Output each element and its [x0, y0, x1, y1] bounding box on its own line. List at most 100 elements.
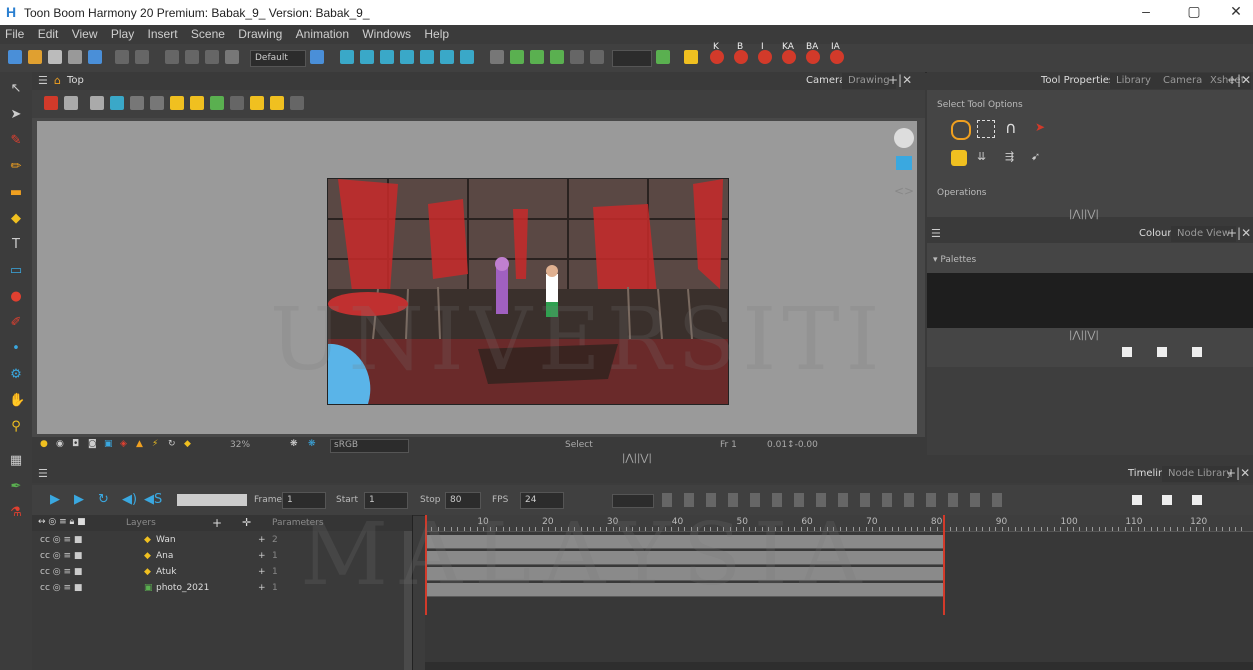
frame-row-photo[interactable]: [425, 583, 943, 597]
brush-tool-icon[interactable]: ✎: [9, 134, 23, 148]
play-selection-icon[interactable]: ▶: [74, 492, 84, 507]
render-settings-icon[interactable]: ❋: [290, 439, 298, 449]
add-view-right-icon[interactable]: +|✕: [1227, 73, 1251, 87]
colour-swatches-area[interactable]: [927, 367, 1253, 455]
kinematic-icon[interactable]: [510, 50, 524, 64]
ik-icon[interactable]: [530, 50, 544, 64]
redo-icon[interactable]: [135, 50, 149, 64]
light-table-icon[interactable]: [150, 96, 164, 110]
keyframe-mode-1[interactable]: [1132, 495, 1142, 505]
menu-insert[interactable]: Insert: [143, 25, 183, 41]
stop-field[interactable]: 80: [445, 492, 481, 509]
bone-tool-icon[interactable]: ⚲: [9, 420, 23, 434]
menu-icon[interactable]: ☰: [38, 74, 48, 87]
key-b-icon[interactable]: B: [734, 42, 748, 64]
frame-row-wan[interactable]: [425, 535, 943, 549]
contour-editor-icon[interactable]: ➤: [9, 108, 23, 122]
layer-name[interactable]: Atuk: [156, 567, 176, 577]
layer-name[interactable]: Wan: [156, 535, 176, 545]
add-layer-icon[interactable]: +: [212, 516, 222, 530]
colour-swatch-1[interactable]: [1122, 347, 1132, 357]
frame-ruler[interactable]: 10 20 30 40 50 60 70 80 90 100 110 120: [425, 515, 1253, 532]
key-i-icon[interactable]: I: [758, 42, 772, 64]
menu-file[interactable]: File: [0, 25, 29, 41]
extra-tool-icon[interactable]: [290, 96, 304, 110]
grid-icon[interactable]: [570, 50, 584, 64]
frames-scrollbar[interactable]: [425, 662, 1253, 670]
flatten-icon[interactable]: ➹: [1031, 150, 1040, 163]
rectangle-tool-icon[interactable]: ▭: [9, 264, 23, 278]
select-box-icon[interactable]: [550, 50, 564, 64]
minimize-button[interactable]: –: [1132, 3, 1160, 21]
save-all-icon[interactable]: [68, 50, 82, 64]
save-icon[interactable]: [48, 50, 62, 64]
grid-tool-icon[interactable]: ▦: [9, 454, 23, 468]
new-scene-icon[interactable]: [8, 50, 22, 64]
flip-icon[interactable]: [656, 50, 670, 64]
paste-icon[interactable]: [205, 50, 219, 64]
stroke-icon[interactable]: [230, 96, 244, 110]
stop-marker[interactable]: [943, 515, 945, 615]
menu-play[interactable]: Play: [106, 25, 139, 41]
tab-camera-right[interactable]: Camera: [1157, 73, 1209, 89]
layer-toggles-icon[interactable]: ↔ ◎ ≡ 🔒︎ ■: [38, 517, 86, 527]
colorspace-dropdown[interactable]: sRGB: [330, 439, 409, 453]
sound-icon[interactable]: ◀): [122, 492, 137, 507]
rotate-icon[interactable]: ◈: [120, 439, 127, 449]
animate-icon[interactable]: [440, 50, 454, 64]
timeline-tool-icons[interactable]: [662, 493, 1002, 507]
refresh-icon[interactable]: ↻: [168, 439, 176, 449]
pivot-icon[interactable]: [460, 50, 474, 64]
tab-library[interactable]: Library: [1110, 73, 1157, 89]
grid-alt-icon[interactable]: [590, 50, 604, 64]
palette-list[interactable]: [927, 273, 1253, 328]
key-ia-icon[interactable]: IA: [830, 42, 844, 64]
layer-toggle-icon[interactable]: cc ◎ ≡ ■: [40, 583, 82, 593]
grid-view-icon[interactable]: [90, 96, 104, 110]
layer-name[interactable]: Ana: [156, 551, 173, 561]
spline-tool-icon[interactable]: ⚗: [9, 506, 23, 520]
layer-add-icon[interactable]: +: [258, 535, 266, 545]
pencil-tool-icon[interactable]: ✏: [9, 160, 23, 174]
loop-icon[interactable]: ↻: [98, 492, 109, 507]
colour-collapse-icon[interactable]: |⋀||⋁|: [1069, 330, 1099, 341]
keyframe-mode-2[interactable]: [1162, 495, 1172, 505]
add-view-colour-icon[interactable]: +|✕: [1227, 226, 1251, 240]
play-icon[interactable]: ▶: [50, 492, 60, 507]
layer-row-ana[interactable]: cc ◎ ≡ ■ ◆ Ana + 1: [32, 551, 404, 565]
brush-size-icon[interactable]: [210, 96, 224, 110]
key-ba-icon[interactable]: BA: [806, 42, 820, 64]
sound-scrub-icon[interactable]: ◀S: [144, 492, 162, 507]
layers-stack-icon[interactable]: [896, 156, 912, 170]
safe-area-icon[interactable]: [110, 96, 124, 110]
marquee-icon[interactable]: [977, 120, 995, 138]
rotate-view-icon[interactable]: [360, 50, 374, 64]
pivot-tool-icon[interactable]: •: [9, 342, 23, 356]
keyframe-mode-3[interactable]: [1192, 495, 1202, 505]
pen-icon[interactable]: [270, 96, 284, 110]
lock-icon[interactable]: [170, 96, 184, 110]
field-chart-icon[interactable]: [130, 96, 144, 110]
magnet-icon[interactable]: ∩: [1005, 118, 1017, 137]
close-button[interactable]: ✕: [1222, 3, 1250, 21]
colour-swatch-2[interactable]: [1157, 347, 1167, 357]
cut-icon[interactable]: [165, 50, 179, 64]
frame-row-ana[interactable]: [425, 551, 943, 565]
layer-toggle-icon[interactable]: cc ◎ ≡ ■: [40, 567, 82, 577]
lightning-icon[interactable]: ⚡: [152, 439, 158, 449]
colour-swatch-3[interactable]: [1192, 347, 1202, 357]
onion-skin-icon[interactable]: [250, 96, 264, 110]
render-icon[interactable]: ◆: [184, 439, 191, 449]
layer-row-photo[interactable]: cc ◎ ≡ ■ ▣ photo_2021 + 1: [32, 583, 404, 597]
eye-icon[interactable]: [894, 128, 914, 148]
paint-tool-icon[interactable]: ●: [9, 290, 23, 304]
timeline-menu-icon[interactable]: ☰: [38, 467, 48, 480]
paint-bucket-icon[interactable]: [951, 150, 967, 166]
scene-frame[interactable]: [327, 178, 729, 405]
key-ka-icon[interactable]: KA: [782, 42, 796, 64]
distribute-icon[interactable]: ⇶: [1005, 150, 1014, 163]
fps-field[interactable]: 24: [520, 492, 564, 509]
maximize-button[interactable]: ▢: [1180, 3, 1208, 21]
menu-drawing[interactable]: Drawing: [233, 25, 287, 41]
breadcrumb[interactable]: Top: [67, 75, 84, 86]
